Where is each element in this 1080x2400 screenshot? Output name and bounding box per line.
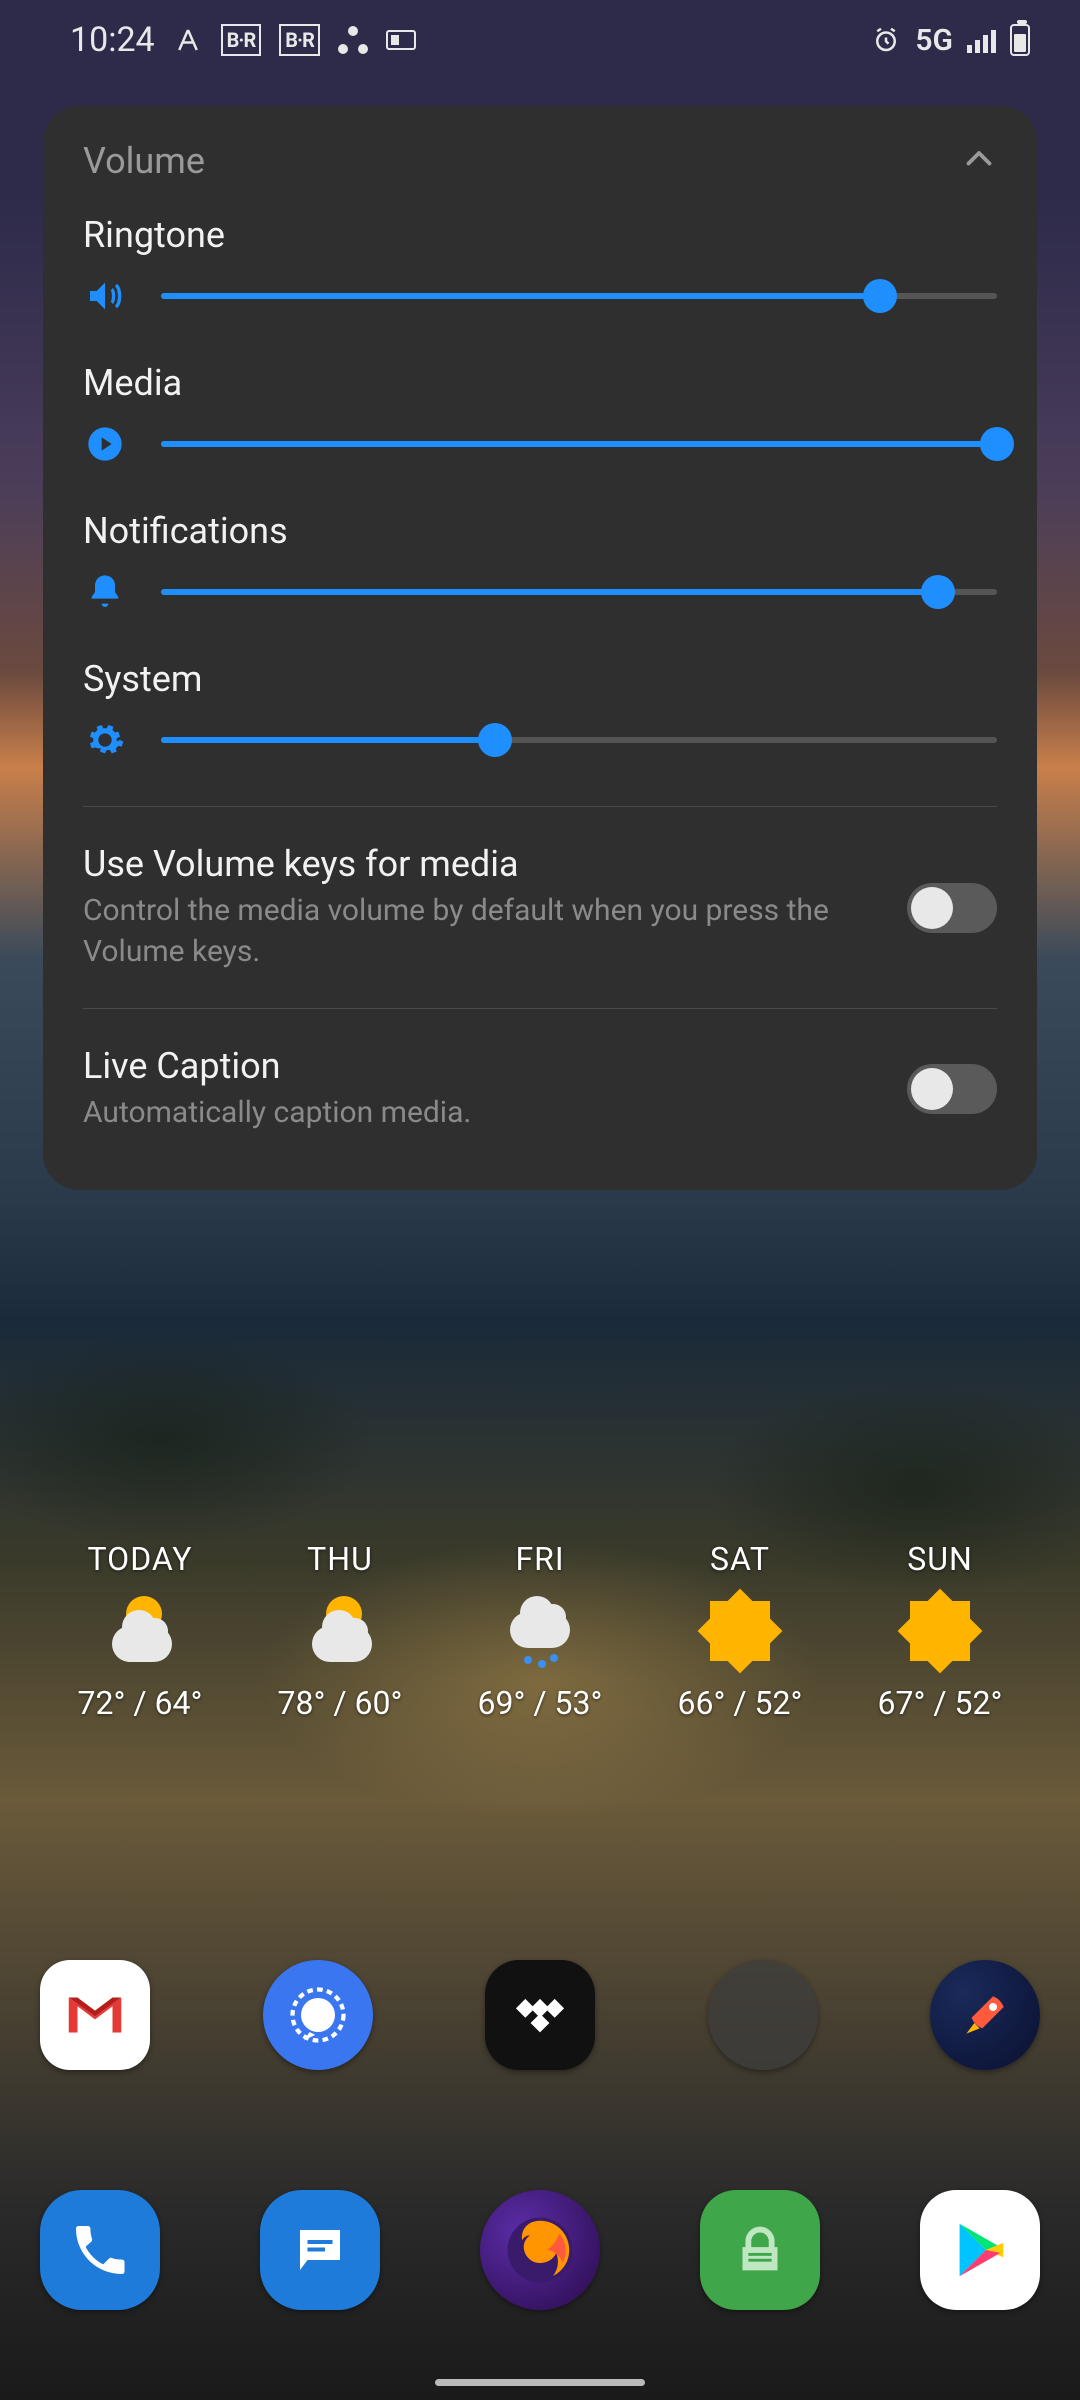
system-label: System <box>83 658 997 700</box>
authenticator-app-icon[interactable] <box>700 2190 820 2310</box>
media-label: Media <box>83 362 997 404</box>
setting-title: Live Caption <box>83 1045 883 1087</box>
weather-day: FRI 69° / 53° <box>440 1540 640 1722</box>
gear-icon <box>83 718 127 762</box>
system-slider-group: System <box>83 658 997 762</box>
notifications-slider-group: Notifications <box>83 510 997 614</box>
partly-cloudy-icon <box>300 1596 380 1666</box>
alarm-icon <box>871 25 901 55</box>
media-slider[interactable] <box>161 424 997 464</box>
google-folder-icon[interactable] <box>708 1960 818 2070</box>
nav-indicator[interactable] <box>435 2379 645 2386</box>
live-caption-row[interactable]: Live Caption Automatically caption media… <box>83 1008 997 1170</box>
weather-day: TODAY 72° / 64° <box>40 1540 240 1722</box>
notifications-slider[interactable] <box>161 572 997 612</box>
weather-day-temp: 69° / 53° <box>478 1684 603 1722</box>
volume-keys-media-row[interactable]: Use Volume keys for media Control the me… <box>83 806 997 1008</box>
weather-widget[interactable]: TODAY 72° / 64° THU 78° / 60° FRI 69° / … <box>40 1540 1040 1722</box>
weather-day-label: SAT <box>710 1540 770 1578</box>
network-label: 5G <box>915 23 953 58</box>
sunny-icon <box>700 1596 780 1666</box>
collapse-button[interactable] <box>961 141 997 181</box>
setting-desc: Automatically caption media. <box>83 1093 883 1134</box>
ringtone-slider[interactable] <box>161 276 997 316</box>
messages-app-icon[interactable] <box>260 2190 380 2310</box>
ringtone-label: Ringtone <box>83 214 997 256</box>
weather-day-label: THU <box>307 1540 373 1578</box>
storage-icon <box>386 30 416 50</box>
bell-icon <box>83 570 127 614</box>
speaker-icon <box>83 274 127 318</box>
weather-day-temp: 78° / 60° <box>278 1684 403 1722</box>
font-icon <box>173 25 203 55</box>
br-badge-icon: B·R <box>221 24 262 56</box>
play-icon <box>83 422 127 466</box>
weather-day: SAT 66° / 52° <box>640 1540 840 1722</box>
weather-day: THU 78° / 60° <box>240 1540 440 1722</box>
play-store-app-icon[interactable] <box>920 2190 1040 2310</box>
weather-day-temp: 67° / 52° <box>878 1684 1003 1722</box>
rocket-app-icon[interactable] <box>930 1960 1040 2070</box>
live-caption-toggle[interactable] <box>907 1064 997 1114</box>
gmail-app-icon[interactable] <box>40 1960 150 2070</box>
volume-panel-title: Volume <box>83 140 205 182</box>
notifications-label: Notifications <box>83 510 997 552</box>
setting-desc: Control the media volume by default when… <box>83 891 883 972</box>
status-time: 10:24 <box>70 20 155 60</box>
weather-day-temp: 72° / 64° <box>78 1684 203 1722</box>
rain-icon <box>500 1596 580 1666</box>
weather-day-temp: 66° / 52° <box>678 1684 803 1722</box>
signal-app-icon[interactable] <box>263 1960 373 2070</box>
tidal-app-icon[interactable] <box>485 1960 595 2070</box>
weather-day-label: TODAY <box>88 1540 193 1578</box>
volume-panel: Volume Ringtone Media <box>43 106 1037 1190</box>
app-row <box>40 1960 1040 2070</box>
br-badge-icon: B·R <box>279 24 320 56</box>
weather-day: SUN 67° / 52° <box>840 1540 1040 1722</box>
weather-day-label: SUN <box>907 1540 973 1578</box>
partly-cloudy-icon <box>100 1596 180 1666</box>
dock <box>40 2190 1040 2310</box>
setting-title: Use Volume keys for media <box>83 843 883 885</box>
volume-keys-media-toggle[interactable] <box>907 883 997 933</box>
sunny-icon <box>900 1596 980 1666</box>
battery-icon <box>1010 24 1030 56</box>
ringtone-slider-group: Ringtone <box>83 214 997 318</box>
firefox-app-icon[interactable] <box>480 2190 600 2310</box>
status-bar: 10:24 B·R B·R 5G <box>0 0 1080 80</box>
signal-icon <box>967 27 996 53</box>
dots-icon <box>338 26 368 54</box>
phone-app-icon[interactable] <box>40 2190 160 2310</box>
system-slider[interactable] <box>161 720 997 760</box>
media-slider-group: Media <box>83 362 997 466</box>
weather-day-label: FRI <box>515 1540 564 1578</box>
